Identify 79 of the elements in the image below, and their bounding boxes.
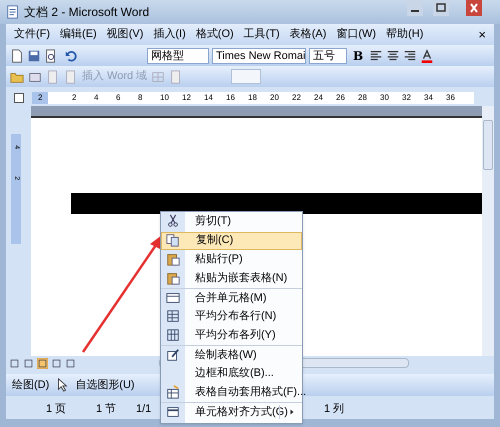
record-number-field[interactable]: [231, 69, 262, 84]
reading-view-icon[interactable]: [65, 358, 76, 368]
menu-item[interactable]: 插入(I): [153, 26, 186, 43]
menu-item[interactable]: 格式(O): [196, 26, 234, 43]
style-dropdown[interactable]: 网格型: [147, 48, 209, 64]
table-icon: [166, 328, 180, 342]
menu-item[interactable]: 表格(A): [290, 26, 326, 43]
submenu-arrow-icon: [288, 408, 296, 416]
menu-item[interactable]: 文件(F): [14, 26, 50, 43]
print-preview-icon[interactable]: [44, 48, 58, 62]
menu-item[interactable]: 表格自动套用格式(F)...: [161, 384, 306, 402]
align-left-icon[interactable]: [369, 48, 384, 62]
scissors-icon: [166, 214, 180, 228]
ruler-number: 6: [116, 92, 120, 104]
print-layout-icon[interactable]: [37, 358, 48, 368]
ruler-number: 22: [292, 92, 301, 104]
menu-item[interactable]: 编辑(E): [60, 26, 97, 43]
ruler-number: 26: [336, 92, 345, 104]
ruler-number: 20: [270, 92, 279, 104]
table-icon: [166, 385, 180, 399]
table-icon: [166, 309, 180, 323]
status-text: 1/1: [136, 402, 152, 417]
ruler-number: 30: [380, 92, 389, 104]
normal-view-icon[interactable]: [9, 358, 20, 368]
ruler-number: 10: [160, 92, 169, 104]
pencil-icon: [166, 348, 180, 362]
pointer-icon[interactable]: [55, 378, 70, 392]
menu-item[interactable]: 合并单元格(M): [161, 289, 302, 307]
ruler-number: 2: [72, 92, 76, 104]
menu-item[interactable]: 边框和底纹(B)...: [161, 364, 302, 382]
table-icon: [166, 405, 180, 419]
save-icon[interactable]: [27, 48, 41, 62]
align-center-icon[interactable]: [386, 48, 400, 62]
ruler-number: 4: [94, 92, 98, 104]
bold-button[interactable]: B: [350, 46, 366, 64]
menu-item[interactable]: 粘贴行(P): [161, 250, 302, 268]
ruler-number: 12: [182, 92, 191, 104]
ruler-number: 32: [402, 92, 411, 104]
ruler-number: 34: [424, 92, 433, 104]
menu-item[interactable]: 复制(C): [161, 232, 302, 250]
window-title: 文档 2 - Microsoft Word: [24, 4, 150, 21]
menu-item[interactable]: 平均分布各行(N): [161, 308, 302, 326]
new-document-icon[interactable]: [10, 48, 24, 62]
font-size-dropdown[interactable]: 五号: [309, 48, 347, 64]
ruler-number: 24: [314, 92, 323, 104]
ruler-number: 18: [248, 92, 257, 104]
menu-item[interactable]: 剪切(T): [161, 212, 302, 230]
tab-selector[interactable]: [14, 93, 24, 103]
ruler-number: 8: [138, 92, 142, 104]
status-text: 1 页: [46, 402, 66, 417]
table-icon: [166, 291, 180, 305]
document-icon[interactable]: [6, 5, 20, 19]
status-text: 1 列: [324, 402, 344, 417]
menu-item[interactable]: 绘制表格(W): [161, 346, 302, 364]
web-view-icon[interactable]: [23, 358, 34, 368]
clipboard-icon: [166, 271, 180, 285]
menu-item[interactable]: 单元格对齐方式(G): [161, 403, 302, 421]
autoshapes-menu-button[interactable]: 自选图形(U): [75, 376, 135, 394]
close-document-button[interactable]: ×: [478, 24, 486, 44]
outline-view-icon[interactable]: [51, 358, 62, 368]
menu-item[interactable]: 视图(V): [106, 26, 144, 43]
vertical-scrollbar[interactable]: [482, 106, 494, 356]
menu-item[interactable]: 平均分布各列(Y): [161, 326, 302, 344]
ruler-number: 28: [358, 92, 367, 104]
menu-item[interactable]: 粘贴为嵌套表格(N): [161, 270, 302, 288]
align-right-icon[interactable]: [403, 48, 418, 62]
status-text: 1 节: [96, 402, 116, 417]
font-color-icon[interactable]: [420, 48, 434, 62]
menu-item[interactable]: 工具(T): [244, 26, 280, 43]
ruler-number: 2: [32, 92, 48, 104]
draw-menu-button[interactable]: 绘图(D): [12, 376, 50, 394]
copy-icon: [166, 233, 180, 247]
ruler-number: 36: [446, 92, 455, 104]
ruler-number: 16: [226, 92, 235, 104]
menu-item[interactable]: 帮助(H): [386, 26, 424, 43]
font-dropdown[interactable]: Times New Romai: [212, 48, 306, 64]
menu-item[interactable]: 窗口(W): [336, 26, 376, 43]
clipboard-icon: [166, 252, 180, 266]
ruler-number: 14: [204, 92, 213, 104]
